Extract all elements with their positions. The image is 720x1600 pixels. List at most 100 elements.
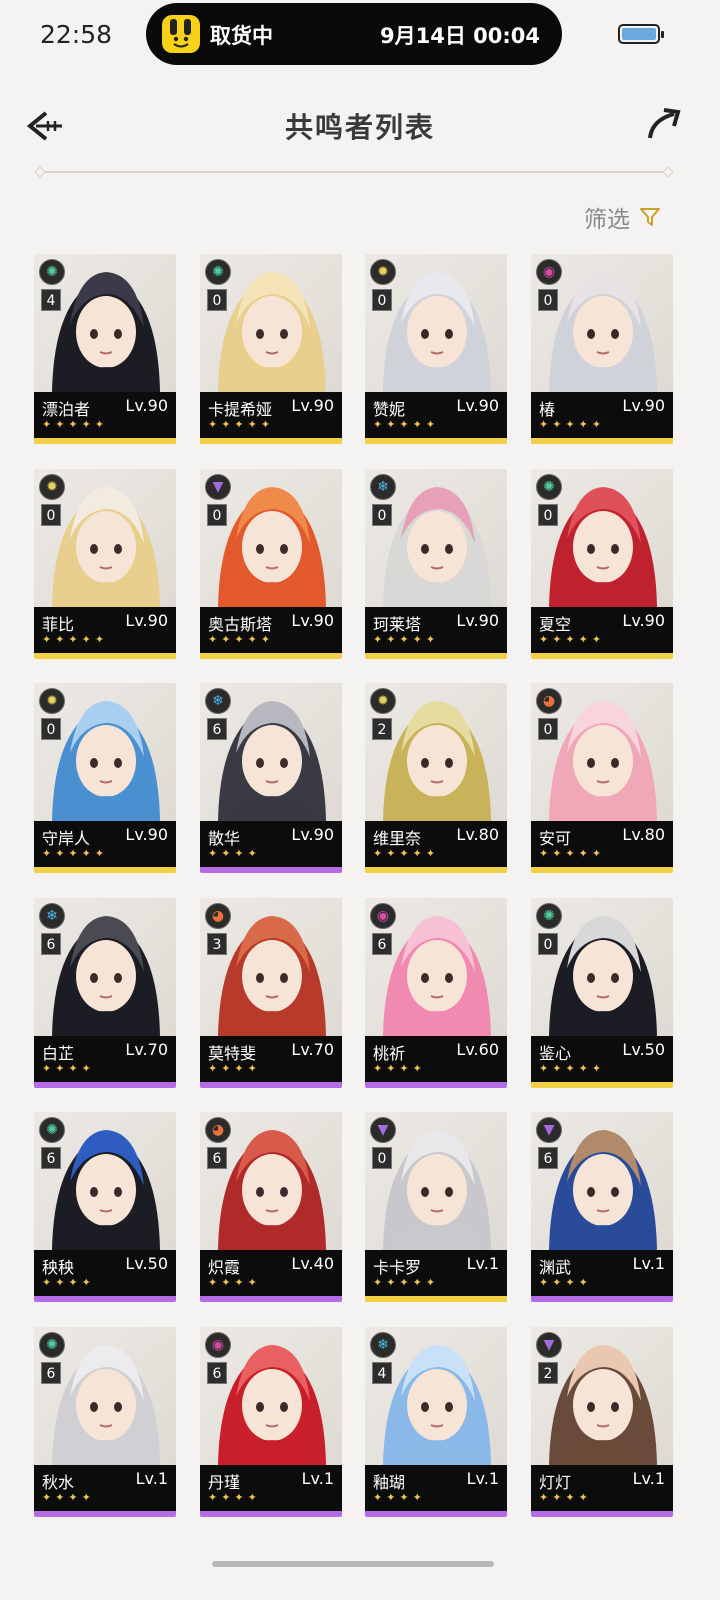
character-card[interactable]: ✹ 0 守岸人 Lv.90 ✦✦✦✦✦ [34,683,176,873]
name-bar: 白芷 Lv.70 ✦✦✦✦ [34,1036,176,1082]
character-level: Lv.40 [291,1254,334,1273]
character-name: 丹瑾 [208,1473,241,1492]
resonance-chain-badge: 0 [538,504,558,526]
character-card[interactable]: ◕ 3 莫特斐 Lv.70 ✦✦✦✦ [200,898,342,1088]
home-indicator[interactable] [212,1561,494,1567]
character-name: 维里奈 [373,829,422,848]
resonance-chain-badge: 6 [207,718,227,740]
character-level: Lv.90 [456,396,499,415]
rarity-bar [34,653,176,659]
character-name: 菲比 [42,615,75,634]
name-bar: 漂泊者 Lv.90 ✦✦✦✦✦ [34,392,176,438]
character-card[interactable]: ▼ 6 渊武 Lv.1 ✦✦✦✦ [531,1112,673,1302]
fusion-icon: ◕ [205,1117,231,1143]
rarity-stars: ✦✦✦✦✦ [208,418,275,431]
character-card[interactable]: ▼ 0 奥古斯塔 Lv.90 ✦✦✦✦✦ [200,469,342,659]
rarity-bar [365,438,507,444]
glacio-icon: ❄ [205,688,231,714]
electro-icon: ▼ [370,1117,396,1143]
rarity-bar [365,867,507,873]
resonance-chain-badge: 0 [372,289,392,311]
character-card[interactable]: ◕ 0 安可 Lv.80 ✦✦✦✦✦ [531,683,673,873]
character-card[interactable]: ✺ 6 秧秧 Lv.50 ✦✦✦✦ [34,1112,176,1302]
character-card[interactable]: ◉ 6 丹瑾 Lv.1 ✦✦✦✦ [200,1327,342,1517]
character-grid: ✺ 4 漂泊者 Lv.90 ✦✦✦✦✦ ✺ 0 卡提希娅 Lv.90 ✦✦✦✦✦ ✹ 0 赞妮 Lv.90… [0,0,720,1600]
rarity-bar [531,1082,673,1088]
rarity-stars: ✦✦✦✦ [208,1276,261,1289]
rarity-stars: ✦✦✦✦ [539,1276,592,1289]
character-level: Lv.80 [456,825,499,844]
name-bar: 釉瑚 Lv.1 ✦✦✦✦ [365,1465,507,1511]
character-card[interactable]: ◉ 0 椿 Lv.90 ✦✦✦✦✦ [531,254,673,444]
character-card[interactable]: ✺ 0 卡提希娅 Lv.90 ✦✦✦✦✦ [200,254,342,444]
name-bar: 鉴心 Lv.50 ✦✦✦✦✦ [531,1036,673,1082]
rarity-stars: ✦✦✦✦ [208,847,261,860]
rarity-bar [531,438,673,444]
resonance-chain-badge: 6 [372,933,392,955]
character-level: Lv.90 [291,611,334,630]
name-bar: 菲比 Lv.90 ✦✦✦✦✦ [34,607,176,653]
rarity-stars: ✦✦✦✦ [373,1491,426,1504]
aero-icon: ✺ [39,1332,65,1358]
character-level: Lv.1 [135,1469,168,1488]
rarity-stars: ✦✦✦✦✦ [373,847,440,860]
havoc-icon: ◉ [205,1332,231,1358]
havoc-icon: ◉ [536,259,562,285]
character-level: Lv.90 [622,396,665,415]
character-name: 奥古斯塔 [208,615,273,634]
name-bar: 珂莱塔 Lv.90 ✦✦✦✦✦ [365,607,507,653]
character-name: 莫特斐 [208,1044,257,1063]
resonance-chain-badge: 0 [207,504,227,526]
character-name: 秧秧 [42,1258,75,1277]
aero-icon: ✺ [536,474,562,500]
resonance-chain-badge: 0 [538,933,558,955]
character-card[interactable]: ✹ 0 菲比 Lv.90 ✦✦✦✦✦ [34,469,176,659]
character-card[interactable]: ◉ 6 桃祈 Lv.60 ✦✦✦✦ [365,898,507,1088]
aero-icon: ✺ [205,259,231,285]
rarity-bar [200,1511,342,1517]
character-card[interactable]: ✹ 2 维里奈 Lv.80 ✦✦✦✦✦ [365,683,507,873]
rarity-bar [531,1511,673,1517]
name-bar: 卡卡罗 Lv.1 ✦✦✦✦✦ [365,1250,507,1296]
name-bar: 秧秧 Lv.50 ✦✦✦✦ [34,1250,176,1296]
character-card[interactable]: ✺ 6 秋水 Lv.1 ✦✦✦✦ [34,1327,176,1517]
character-card[interactable]: ❄ 0 珂莱塔 Lv.90 ✦✦✦✦✦ [365,469,507,659]
character-level: Lv.90 [125,396,168,415]
resonance-chain-badge: 0 [538,718,558,740]
resonance-chain-badge: 0 [41,504,61,526]
spectro-icon: ✹ [370,259,396,285]
character-level: Lv.90 [125,611,168,630]
rarity-bar [365,653,507,659]
character-card[interactable]: ✺ 0 夏空 Lv.90 ✦✦✦✦✦ [531,469,673,659]
character-level: Lv.90 [291,825,334,844]
character-name: 釉瑚 [373,1473,406,1492]
character-card[interactable]: ✺ 0 鉴心 Lv.50 ✦✦✦✦✦ [531,898,673,1088]
character-card[interactable]: ❄ 4 釉瑚 Lv.1 ✦✦✦✦ [365,1327,507,1517]
resonance-chain-badge: 6 [41,1362,61,1384]
character-card[interactable]: ▼ 0 卡卡罗 Lv.1 ✦✦✦✦✦ [365,1112,507,1302]
name-bar: 守岸人 Lv.90 ✦✦✦✦✦ [34,821,176,867]
rarity-stars: ✦✦✦✦✦ [373,633,440,646]
name-bar: 维里奈 Lv.80 ✦✦✦✦✦ [365,821,507,867]
rarity-stars: ✦✦✦✦ [42,1276,95,1289]
rarity-bar [365,1511,507,1517]
character-name: 桃祈 [373,1044,406,1063]
character-name: 鉴心 [539,1044,572,1063]
character-card[interactable]: ▼ 2 灯灯 Lv.1 ✦✦✦✦ [531,1327,673,1517]
character-card[interactable]: ❄ 6 散华 Lv.90 ✦✦✦✦ [200,683,342,873]
character-level: Lv.50 [125,1254,168,1273]
character-card[interactable]: ✺ 4 漂泊者 Lv.90 ✦✦✦✦✦ [34,254,176,444]
resonance-chain-badge: 6 [207,1147,227,1169]
glacio-icon: ❄ [39,903,65,929]
character-card[interactable]: ◕ 6 炽霞 Lv.40 ✦✦✦✦ [200,1112,342,1302]
rarity-bar [200,1296,342,1302]
rarity-bar [531,1296,673,1302]
name-bar: 卡提希娅 Lv.90 ✦✦✦✦✦ [200,392,342,438]
character-name: 渊武 [539,1258,572,1277]
character-level: Lv.60 [456,1040,499,1059]
rarity-stars: ✦✦✦✦✦ [42,633,109,646]
resonance-chain-badge: 6 [41,933,61,955]
character-card[interactable]: ❄ 6 白芷 Lv.70 ✦✦✦✦ [34,898,176,1088]
character-name: 漂泊者 [42,400,91,419]
character-card[interactable]: ✹ 0 赞妮 Lv.90 ✦✦✦✦✦ [365,254,507,444]
